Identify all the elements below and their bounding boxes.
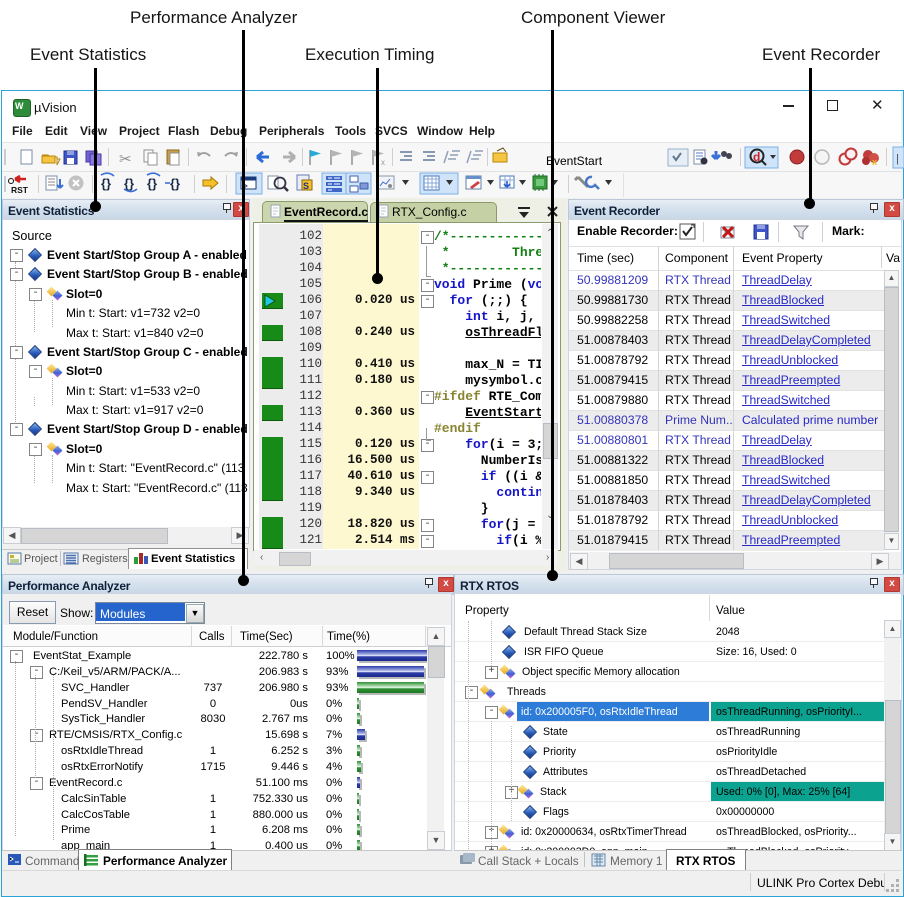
svg-text:✂: ✂ [119,151,132,168]
svg-text:{}: {} [170,176,180,191]
svg-text:{}: {} [147,176,157,191]
svg-text:d: d [753,150,760,164]
svg-text:x: x [381,158,385,167]
svg-text:|: | [896,153,899,165]
svg-text:S: S [303,181,309,191]
svg-text:x: x [872,157,877,167]
svg-text:{}: {} [101,176,111,191]
svg-text:RST: RST [11,185,29,195]
svg-text:{}: {} [124,176,134,191]
